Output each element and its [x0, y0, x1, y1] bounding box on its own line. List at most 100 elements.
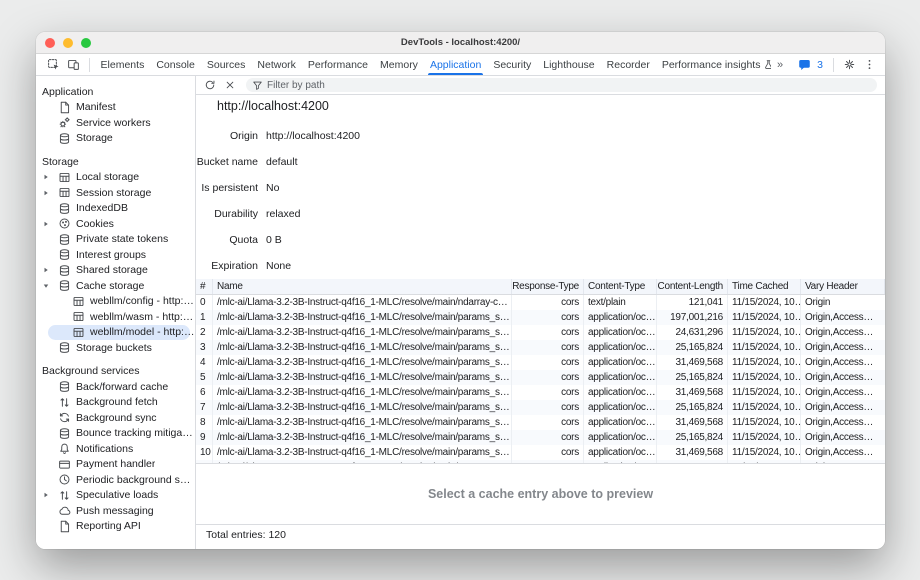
detail-label: Origin [196, 130, 258, 142]
sidebar-item-speculative-loads[interactable]: Speculative loads [36, 488, 195, 504]
chevron-right-icon[interactable] [40, 491, 52, 499]
kebab-menu-icon[interactable] [861, 57, 877, 73]
column-header-response-type[interactable]: Response-Type [512, 279, 584, 294]
sidebar-item-cache-storage[interactable]: Cache storage [36, 278, 195, 294]
sidebar-item-local-storage[interactable]: Local storage [36, 170, 195, 186]
table-row[interactable]: 3/mlc-ai/Llama-3.2-3B-Instruct-q4f16_1-M… [196, 340, 885, 355]
tab-application[interactable]: Application [424, 54, 487, 75]
sidebar-item-cookies[interactable]: Cookies [36, 216, 195, 232]
sidebar-item-label: Shared storage [76, 264, 148, 276]
cell: 11/15/2024, 10… [728, 445, 801, 460]
filter-box[interactable] [246, 78, 877, 92]
tab-lighthouse[interactable]: Lighthouse [537, 54, 600, 75]
device-toolbar-icon[interactable] [66, 57, 82, 73]
sidebar-item-manifest[interactable]: Manifest [36, 100, 195, 116]
cell: /mlc-ai/Llama-3.2-3B-Instruct-q4f16_1-ML… [213, 340, 512, 355]
sidebar-item-push-messaging[interactable]: Push messaging [36, 503, 195, 519]
table-row[interactable]: 6/mlc-ai/Llama-3.2-3B-Instruct-q4f16_1-M… [196, 385, 885, 400]
detail-row-is-persistent: Is persistentNo [196, 175, 885, 201]
column-header-content-type[interactable]: Content-Type [584, 279, 657, 294]
sidebar-item-storage-buckets[interactable]: Storage buckets [36, 340, 195, 356]
sidebar-item-label: Local storage [76, 171, 139, 183]
cell: 0 [196, 295, 213, 310]
chevron-right-icon[interactable] [40, 266, 52, 274]
sidebar-item-back-forward-cache[interactable]: Back/forward cache [36, 379, 195, 395]
more-tabs-button[interactable]: » [771, 59, 789, 71]
table-row[interactable]: 1/mlc-ai/Llama-3.2-3B-Instruct-q4f16_1-M… [196, 310, 885, 325]
chevron-right-icon[interactable] [40, 173, 52, 181]
cell: 9 [196, 430, 213, 445]
sidebar-item-background-sync[interactable]: Background sync [36, 410, 195, 426]
sidebar-item-periodic-background-sync[interactable]: Periodic background sync [36, 472, 195, 488]
chevron-right-icon[interactable] [40, 189, 52, 197]
column-header-time-cached[interactable]: Time Cached [728, 279, 801, 294]
cell: cors [512, 295, 584, 310]
cell: application/oc… [584, 445, 657, 460]
cell: /mlc-ai/Llama-3.2-3B-Instruct-q4f16_1-ML… [213, 445, 512, 460]
table-row[interactable]: 4/mlc-ai/Llama-3.2-3B-Instruct-q4f16_1-M… [196, 355, 885, 370]
table-row[interactable]: 0/mlc-ai/Llama-3.2-3B-Instruct-q4f16_1-M… [196, 295, 885, 310]
chevron-down-icon[interactable] [40, 282, 52, 290]
column-header-[interactable]: # [196, 279, 213, 294]
table-row[interactable]: 11/mlc-ai/Llama-3.2-3B-Instruct-q4f16_1-… [196, 460, 885, 463]
detail-row-quota: Quota0 B [196, 227, 885, 253]
sidebar-item-notifications[interactable]: Notifications [36, 441, 195, 457]
sidebar-item-bounce-tracking-mitigations[interactable]: Bounce tracking mitigations [36, 426, 195, 442]
sidebar-item-storage[interactable]: Storage [36, 131, 195, 147]
tab-label: Application [430, 59, 481, 71]
cell: 8 [196, 415, 213, 430]
tab-network[interactable]: Network [251, 54, 302, 75]
sidebar-item-payment-handler[interactable]: Payment handler [36, 457, 195, 473]
table-row[interactable]: 9/mlc-ai/Llama-3.2-3B-Instruct-q4f16_1-M… [196, 430, 885, 445]
gear-icon[interactable] [841, 57, 857, 73]
grid-icon [58, 171, 71, 184]
sidebar-item-webllm-config[interactable]: webllm/config - http://loc… [36, 294, 195, 310]
cell: Origin,Access… [801, 340, 885, 355]
tab-performance[interactable]: Performance [302, 54, 374, 75]
tab-performance-insights[interactable]: Performance insights [656, 54, 771, 75]
sidebar-item-interest-groups[interactable]: Interest groups [36, 247, 195, 263]
cache-content: http://localhost:4200 Originhttp://local… [196, 95, 885, 463]
sidebar-item-indexeddb[interactable]: IndexedDB [36, 201, 195, 217]
sidebar-item-background-fetch[interactable]: Background fetch [36, 395, 195, 411]
sidebar-item-service-workers[interactable]: Service workers [36, 115, 195, 131]
sidebar-item-reporting-api[interactable]: Reporting API [36, 519, 195, 535]
sidebar-item-label: Interest groups [76, 249, 146, 261]
grid-icon [58, 186, 71, 199]
tab-recorder[interactable]: Recorder [601, 54, 656, 75]
cell: /mlc-ai/Llama-3.2-3B-Instruct-q4f16_1-ML… [213, 310, 512, 325]
divider [833, 58, 834, 72]
sidebar-item-webllm-wasm[interactable]: webllm/wasm - http://loca… [36, 309, 195, 325]
column-header-vary-header[interactable]: Vary Header [801, 279, 885, 294]
sidebar-item-private-state-tokens[interactable]: Private state tokens [36, 232, 195, 248]
sidebar-item-label: Bounce tracking mitigations [76, 427, 195, 439]
sidebar-item-webllm-model[interactable]: webllm/model - http://loc… [36, 325, 195, 341]
issues-button[interactable]: 3 [789, 57, 828, 73]
filter-input[interactable] [267, 80, 871, 91]
column-header-name[interactable]: Name [213, 279, 512, 294]
chevron-right-icon[interactable] [40, 220, 52, 228]
sidebar-item-label: Back/forward cache [76, 381, 168, 393]
table-row[interactable]: 7/mlc-ai/Llama-3.2-3B-Instruct-q4f16_1-M… [196, 400, 885, 415]
tab-console[interactable]: Console [150, 54, 201, 75]
tab-memory[interactable]: Memory [374, 54, 424, 75]
sidebar-section-storage: StorageLocal storageSession storageIndex… [36, 154, 195, 356]
table-row[interactable]: 2/mlc-ai/Llama-3.2-3B-Instruct-q4f16_1-M… [196, 325, 885, 340]
table-row[interactable]: 5/mlc-ai/Llama-3.2-3B-Instruct-q4f16_1-M… [196, 370, 885, 385]
tab-elements[interactable]: Elements [95, 54, 151, 75]
cell: Origin,Access… [801, 430, 885, 445]
cell: Origin,Access… [801, 370, 885, 385]
sidebar-item-session-storage[interactable]: Session storage [36, 185, 195, 201]
cell: cors [512, 355, 584, 370]
sidebar-item-shared-storage[interactable]: Shared storage [36, 263, 195, 279]
inspect-icon[interactable] [46, 57, 62, 73]
table-row[interactable]: 8/mlc-ai/Llama-3.2-3B-Instruct-q4f16_1-M… [196, 415, 885, 430]
detail-value: None [266, 260, 291, 272]
application-sidebar: ApplicationManifestService workersStorag… [36, 76, 196, 549]
table-row[interactable]: 10/mlc-ai/Llama-3.2-3B-Instruct-q4f16_1-… [196, 445, 885, 460]
tab-security[interactable]: Security [487, 54, 537, 75]
column-header-content-length[interactable]: Content-Length [657, 279, 728, 294]
refresh-icon[interactable] [202, 77, 218, 93]
clear-icon[interactable] [222, 77, 238, 93]
tab-sources[interactable]: Sources [201, 54, 252, 75]
